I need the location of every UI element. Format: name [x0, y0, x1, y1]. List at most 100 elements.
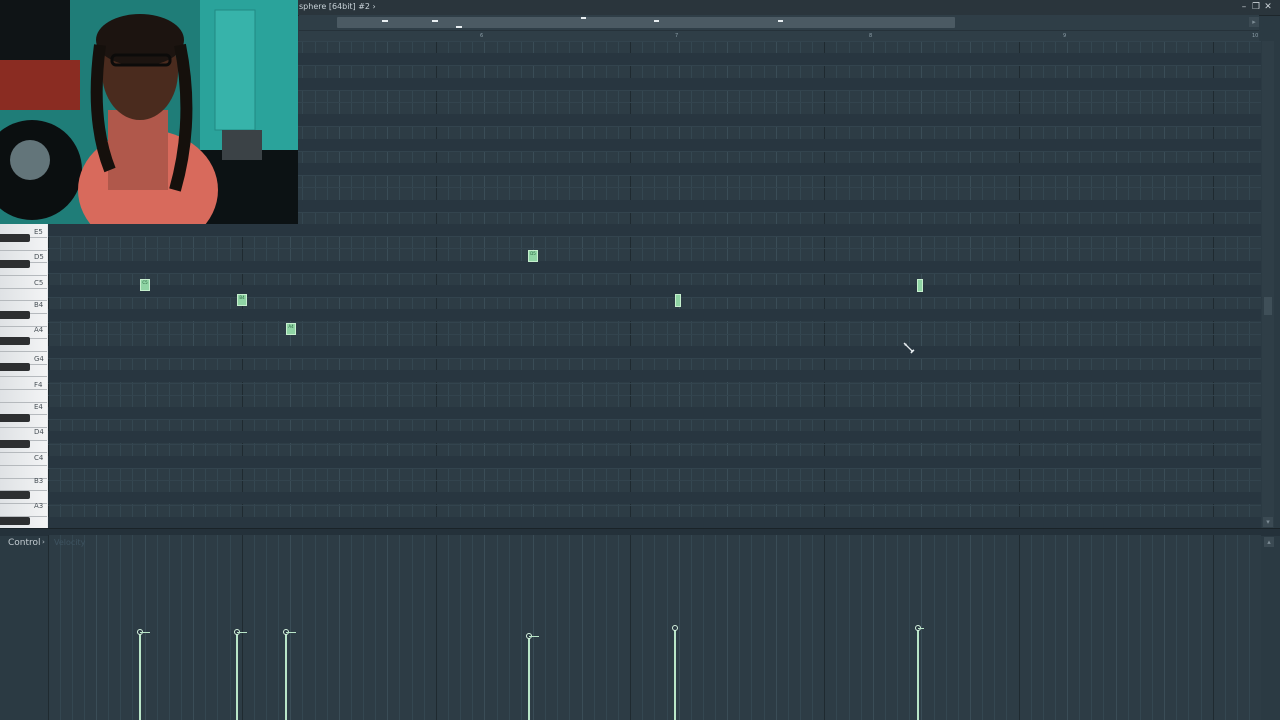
piano-black-key[interactable]: [0, 517, 30, 525]
vertical-scroll-thumb[interactable]: [1264, 297, 1272, 315]
control-panel-sidebar: [0, 551, 48, 720]
note[interactable]: B4: [675, 294, 681, 307]
piano-black-key[interactable]: [0, 440, 30, 448]
grid-column-line: [205, 535, 206, 720]
grid-column-line: [1079, 535, 1080, 720]
event-marker: [581, 17, 586, 19]
key-label: C4: [34, 454, 44, 462]
grid-column-line: [472, 535, 473, 720]
vertical-scrollbar[interactable]: ▾: [1262, 41, 1274, 528]
bar-number: 10: [1252, 33, 1259, 39]
grid-column-line: [193, 535, 194, 720]
velocity-lane[interactable]: [48, 535, 1261, 720]
grid-column-line: [824, 535, 825, 720]
grid-column-line: [1176, 535, 1177, 720]
grid-column-line: [618, 535, 619, 720]
control-selector[interactable]: Control ›: [0, 535, 48, 551]
grid-column-line: [557, 535, 558, 720]
grid-column-line: [60, 535, 61, 720]
piano-black-key[interactable]: [0, 414, 30, 422]
grid-column-line: [1188, 535, 1189, 720]
grid-column-line: [1140, 535, 1141, 720]
grid-column-line: [642, 535, 643, 720]
horizontal-scroll-thumb[interactable]: [337, 17, 955, 28]
grid-black-key-row: [48, 456, 1261, 468]
grid-black-key-row: [48, 370, 1261, 382]
grid-column-line: [582, 535, 583, 720]
close-icon[interactable]: ✕: [1262, 1, 1274, 13]
piano-black-key[interactable]: [0, 234, 30, 242]
piano-keyboard[interactable]: E5 D5 C5 B4 A4 G4 F4 E4 D4 C4 B3 A3: [0, 224, 48, 528]
control-parameter[interactable]: Velocity: [54, 538, 85, 547]
note[interactable]: C5: [140, 279, 150, 291]
timeline-bar[interactable]: ▸ 6 7 8 9 10: [299, 15, 1259, 41]
bar-number: 8: [869, 33, 873, 39]
grid-column-line: [1164, 535, 1165, 720]
grid-column-line: [302, 535, 303, 720]
grid-column-line: [970, 535, 971, 720]
grid-column-line: [1128, 535, 1129, 720]
grid-row-line: [48, 236, 1261, 237]
velocity-bar[interactable]: [528, 636, 530, 720]
restore-icon[interactable]: ❐: [1250, 1, 1262, 13]
webcam-video: [0, 0, 298, 224]
velocity-bar[interactable]: [236, 632, 238, 720]
grid-column-line: [132, 535, 133, 720]
key-label: G4: [34, 355, 44, 363]
piano-black-key[interactable]: [0, 337, 30, 345]
grid-row-line: [48, 248, 1261, 249]
grid-column-line: [849, 535, 850, 720]
grid-column-line: [934, 535, 935, 720]
note[interactable]: B4: [237, 294, 247, 306]
grid-column-line: [897, 535, 898, 720]
note[interactable]: D5: [528, 250, 538, 262]
grid-black-key-row: [48, 517, 1261, 528]
piano-black-key[interactable]: [0, 363, 30, 371]
piano-white-key[interactable]: [0, 287, 47, 301]
grid-column-line: [351, 535, 352, 720]
grid-black-key-row: [48, 261, 1261, 273]
grid-black-key-row: [48, 224, 1261, 236]
grid-column-line: [569, 535, 570, 720]
grid-column-line: [1031, 535, 1032, 720]
note[interactable]: A4: [286, 323, 296, 335]
key-label: A3: [34, 502, 44, 510]
grid-column-line: [873, 535, 874, 720]
minimize-icon[interactable]: –: [1238, 1, 1250, 13]
grid-black-key-row: [48, 309, 1261, 321]
grid-column-line: [72, 535, 73, 720]
control-scroll-arrow[interactable]: ▴: [1264, 537, 1274, 547]
event-marker: [432, 20, 438, 22]
velocity-tail: [237, 632, 247, 633]
grid-row-line: [48, 297, 1261, 298]
grid-column-line: [424, 535, 425, 720]
velocity-handle[interactable]: [672, 625, 678, 631]
velocity-bar[interactable]: [139, 632, 141, 720]
grid-column-line: [630, 535, 631, 720]
velocity-bar[interactable]: [674, 628, 676, 720]
grid-column-line: [946, 535, 947, 720]
grid-column-line: [460, 535, 461, 720]
key-label: A4: [34, 326, 44, 334]
velocity-tail: [918, 628, 924, 629]
note[interactable]: C5: [917, 279, 923, 292]
grid-column-line: [994, 535, 995, 720]
key-label: D5: [34, 253, 44, 261]
scroll-down-arrow[interactable]: ▾: [1263, 517, 1273, 527]
velocity-bar[interactable]: [285, 632, 287, 720]
grid-column-line: [885, 535, 886, 720]
piano-black-key[interactable]: [0, 260, 30, 268]
piano-white-key[interactable]: [0, 389, 47, 403]
grid-column-line: [1019, 535, 1020, 720]
piano-black-key[interactable]: [0, 311, 30, 319]
grid-column-line: [497, 535, 498, 720]
grid-row-line: [48, 444, 1261, 445]
grid-column-line: [1237, 535, 1238, 720]
piano-black-key[interactable]: [0, 491, 30, 499]
grid-column-line: [145, 535, 146, 720]
velocity-bar[interactable]: [917, 628, 919, 720]
grid-column-line: [1225, 535, 1226, 720]
key-label: F4: [34, 381, 43, 389]
scroll-right-arrow[interactable]: ▸: [1249, 17, 1259, 27]
grid-column-line: [1152, 535, 1153, 720]
